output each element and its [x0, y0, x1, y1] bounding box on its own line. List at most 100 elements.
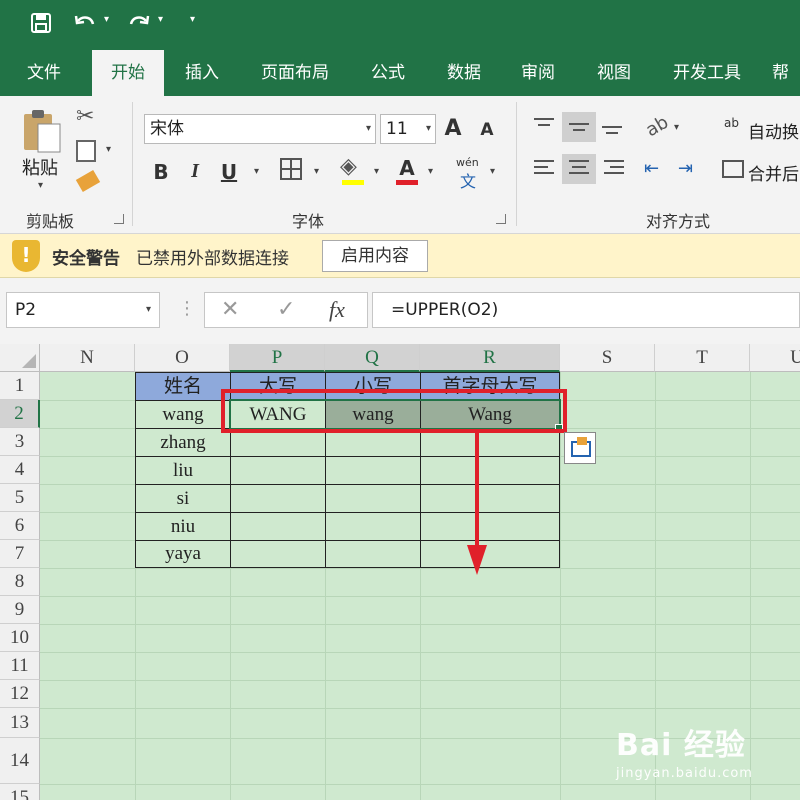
- table-header-name[interactable]: 姓名: [135, 372, 231, 401]
- clipboard-launcher-icon[interactable]: [114, 214, 124, 224]
- pinyin-icon[interactable]: 文: [460, 168, 476, 192]
- orientation-dropdown-icon[interactable]: ▾: [674, 122, 679, 133]
- customize-qat-icon[interactable]: ▾: [190, 14, 195, 25]
- align-center-button[interactable]: [562, 154, 596, 184]
- font-size-select[interactable]: 11 ▾: [380, 114, 436, 144]
- underline-dropdown-icon[interactable]: ▾: [254, 166, 259, 177]
- formula-input[interactable]: =UPPER(O2): [372, 292, 800, 328]
- insert-function-icon[interactable]: fx: [329, 297, 345, 323]
- redo-dropdown-icon[interactable]: ▾: [158, 14, 163, 25]
- quick-analysis-icon[interactable]: [564, 432, 596, 464]
- table-cell-empty[interactable]: [325, 484, 421, 513]
- tab-view[interactable]: 视图: [584, 50, 644, 96]
- table-cell-empty[interactable]: [325, 540, 421, 568]
- row-header-12[interactable]: 12: [0, 680, 40, 708]
- table-cell-name[interactable]: niu: [135, 512, 231, 541]
- copy-icon[interactable]: [76, 140, 96, 162]
- paste-icon[interactable]: [20, 106, 64, 156]
- cut-icon[interactable]: ✂: [76, 104, 94, 129]
- wrap-text-button[interactable]: 自动换: [748, 118, 799, 143]
- underline-button[interactable]: U: [218, 160, 240, 184]
- column-header-r[interactable]: R: [420, 344, 560, 372]
- tab-page-layout[interactable]: 页面布局: [250, 50, 340, 96]
- table-cell-empty[interactable]: [420, 512, 560, 541]
- row-header-10[interactable]: 10: [0, 624, 40, 652]
- paste-button[interactable]: 粘贴: [22, 154, 58, 180]
- fill-color-dropdown-icon[interactable]: ▾: [374, 166, 379, 177]
- wrap-text-icon[interactable]: ab: [724, 116, 739, 130]
- column-header-n[interactable]: N: [40, 344, 135, 372]
- align-middle-button[interactable]: [562, 112, 596, 142]
- column-header-s[interactable]: S: [560, 344, 655, 372]
- enable-content-button[interactable]: 启用内容: [322, 240, 428, 272]
- format-painter-icon[interactable]: [75, 169, 101, 193]
- grow-font-button[interactable]: A: [442, 116, 464, 141]
- row-header-1[interactable]: 1: [0, 372, 40, 400]
- table-cell-empty[interactable]: [230, 540, 326, 568]
- table-cell-empty[interactable]: [420, 540, 560, 568]
- table-cell-empty[interactable]: [420, 456, 560, 485]
- row-header-13[interactable]: 13: [0, 708, 40, 738]
- borders-icon[interactable]: [280, 158, 302, 180]
- row-header-4[interactable]: 4: [0, 456, 40, 484]
- fill-color-icon[interactable]: ◈: [340, 154, 357, 179]
- increase-indent-icon[interactable]: ⇥: [678, 158, 693, 179]
- tab-file[interactable]: 文件: [14, 50, 74, 96]
- save-icon[interactable]: [30, 10, 52, 36]
- table-cell-empty[interactable]: [325, 456, 421, 485]
- row-header-15[interactable]: 15: [0, 784, 40, 800]
- font-name-select[interactable]: 宋体 ▾: [144, 114, 376, 144]
- row-header-8[interactable]: 8: [0, 568, 40, 596]
- table-cell-name[interactable]: si: [135, 484, 231, 513]
- table-cell-name[interactable]: wang: [135, 400, 231, 429]
- column-header-t[interactable]: T: [655, 344, 750, 372]
- undo-icon[interactable]: [74, 10, 96, 36]
- table-cell-empty[interactable]: [325, 512, 421, 541]
- row-header-3[interactable]: 3: [0, 428, 40, 456]
- select-all-button[interactable]: [0, 344, 40, 372]
- table-cell-name[interactable]: liu: [135, 456, 231, 485]
- tab-data[interactable]: 数据: [434, 50, 494, 96]
- column-header-q[interactable]: Q: [325, 344, 420, 372]
- tab-home[interactable]: 开始: [92, 50, 164, 96]
- orientation-icon[interactable]: ab: [642, 112, 672, 141]
- redo-icon[interactable]: [128, 10, 150, 36]
- italic-button[interactable]: I: [184, 160, 206, 183]
- row-header-6[interactable]: 6: [0, 512, 40, 540]
- tab-help[interactable]: 帮: [772, 50, 800, 96]
- tab-review[interactable]: 审阅: [508, 50, 568, 96]
- column-header-u[interactable]: U: [750, 344, 800, 372]
- merge-center-icon[interactable]: [722, 160, 744, 178]
- table-cell-empty[interactable]: [230, 456, 326, 485]
- row-header-14[interactable]: 14: [0, 738, 40, 784]
- row-header-7[interactable]: 7: [0, 540, 40, 568]
- paste-dropdown-icon[interactable]: ▾: [38, 180, 43, 191]
- decrease-indent-icon[interactable]: ⇤: [644, 158, 659, 179]
- undo-dropdown-icon[interactable]: ▾: [104, 14, 109, 25]
- table-cell-name[interactable]: zhang: [135, 428, 231, 457]
- cancel-icon[interactable]: ✕: [221, 297, 239, 322]
- column-header-o[interactable]: O: [135, 344, 230, 372]
- bold-button[interactable]: B: [150, 160, 172, 184]
- row-header-5[interactable]: 5: [0, 484, 40, 512]
- row-header-2[interactable]: 2: [0, 400, 40, 428]
- enter-icon[interactable]: ✓: [277, 297, 295, 322]
- shrink-font-button[interactable]: A: [476, 120, 498, 140]
- tab-developer[interactable]: 开发工具: [662, 50, 752, 96]
- tab-insert[interactable]: 插入: [172, 50, 232, 96]
- tab-formulas[interactable]: 公式: [358, 50, 418, 96]
- table-cell-name[interactable]: yaya: [135, 540, 231, 568]
- copy-dropdown-icon[interactable]: ▾: [106, 144, 111, 155]
- font-color-dropdown-icon[interactable]: ▾: [428, 166, 433, 177]
- name-box[interactable]: P2 ▾: [6, 292, 160, 328]
- row-header-9[interactable]: 9: [0, 596, 40, 624]
- font-color-icon[interactable]: A: [396, 156, 418, 180]
- table-cell-empty[interactable]: [230, 512, 326, 541]
- row-header-11[interactable]: 11: [0, 652, 40, 680]
- column-header-p[interactable]: P: [230, 344, 325, 372]
- borders-dropdown-icon[interactable]: ▾: [314, 166, 319, 177]
- font-launcher-icon[interactable]: [496, 214, 506, 224]
- merge-center-button[interactable]: 合并后: [748, 160, 799, 185]
- table-cell-empty[interactable]: [230, 484, 326, 513]
- pinyin-dropdown-icon[interactable]: ▾: [490, 166, 495, 177]
